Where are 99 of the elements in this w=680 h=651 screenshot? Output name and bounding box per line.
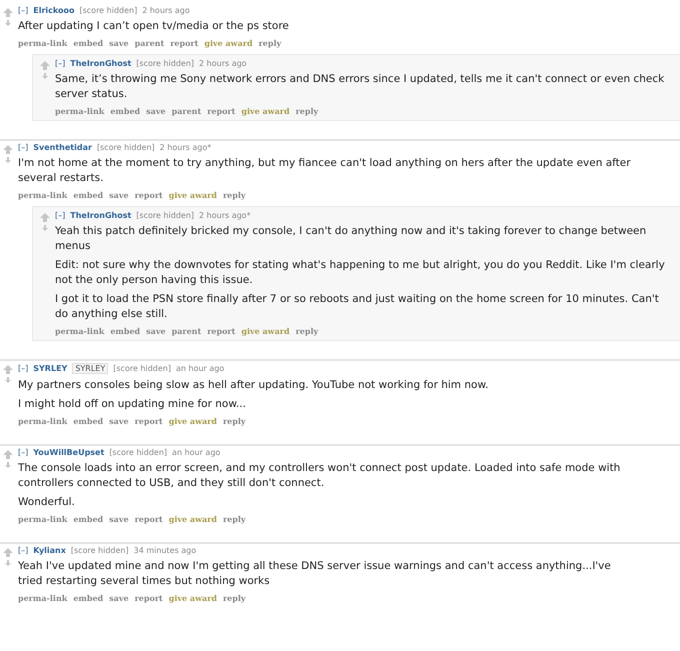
action-link[interactable]: save [109, 416, 129, 426]
action-link[interactable]: save [109, 514, 129, 524]
action-link[interactable]: reply [222, 593, 246, 603]
score-label: [score hidden] [109, 448, 168, 457]
collapse-toggle[interactable]: [–] [18, 143, 28, 152]
comment-text: I'm not home at the moment to try anything, but my fiancee can't load anything on hers after the update even after several restarts. [18, 156, 632, 186]
action-link[interactable]: perma-link [18, 514, 68, 524]
collapse-toggle[interactable]: [–] [18, 6, 28, 15]
upvote-arrow-icon[interactable] [3, 8, 13, 17]
action-link[interactable]: parent [172, 106, 202, 116]
comment-text: I got it to load the PSN store finally after 7 or so reboots and just waiting on the home screen for 10 minutes. Can't do anything else still. [55, 292, 660, 322]
action-link[interactable]: save [146, 106, 166, 116]
timestamp: 2 hours ago* [199, 211, 251, 220]
action-link[interactable]: perma-link [55, 326, 104, 336]
action-link[interactable]: report [170, 38, 198, 48]
downvote-arrow-icon[interactable] [5, 157, 11, 163]
score-label: [score hidden] [113, 364, 171, 373]
comment-text: After updating I can’t open tv/media or the ps store [18, 19, 290, 34]
action-link[interactable]: save [109, 190, 129, 200]
action-link[interactable]: perma-link [18, 190, 68, 200]
timestamp: an hour ago [172, 448, 220, 457]
give-award-link[interactable]: give award [241, 326, 290, 336]
action-link[interactable]: perma-link [18, 416, 68, 426]
timestamp: 34 minutes ago [134, 546, 196, 555]
action-link[interactable]: parent [134, 38, 164, 48]
upvote-arrow-icon[interactable] [3, 548, 13, 557]
action-link[interactable]: save [146, 326, 166, 336]
action-link[interactable]: report [134, 190, 163, 200]
downvote-arrow-icon[interactable] [5, 20, 11, 26]
action-link[interactable]: parent [172, 326, 202, 336]
collapse-toggle[interactable]: [–] [18, 364, 28, 373]
upvote-arrow-icon[interactable] [40, 61, 50, 70]
action-link[interactable]: embed [110, 326, 140, 336]
action-link[interactable]: perma-link [18, 593, 68, 603]
action-link[interactable]: save [109, 38, 129, 48]
upvote-arrow-icon[interactable] [3, 365, 13, 374]
score-label: [score hidden] [79, 6, 138, 15]
action-link[interactable]: reply [258, 38, 282, 48]
score-label: [score hidden] [96, 143, 155, 152]
action-link[interactable]: report [134, 593, 163, 603]
action-link[interactable]: embed [73, 416, 104, 426]
comment-text: My partners consoles being slow as hell after updating. YouTube not working for him now. [18, 378, 490, 393]
timestamp: 2 hours ago [199, 59, 247, 68]
action-link[interactable]: embed [73, 38, 104, 48]
comment-text: I might hold off on updating mine for now... [18, 397, 247, 412]
score-label: [score hidden] [136, 211, 194, 220]
timestamp: 2 hours ago* [160, 143, 212, 152]
give-award-link[interactable]: give award [241, 106, 290, 116]
downvote-arrow-icon[interactable] [5, 462, 11, 468]
action-link[interactable]: embed [73, 593, 104, 603]
downvote-arrow-icon[interactable] [42, 225, 48, 231]
author-link[interactable]: Kylianx [33, 546, 66, 555]
author-link[interactable]: TheIronGhost [70, 211, 132, 220]
user-flair: SYRLEY [72, 363, 108, 374]
action-link[interactable]: reply [222, 416, 246, 426]
give-award-link[interactable]: give award [168, 593, 217, 603]
action-link[interactable]: reply [296, 106, 318, 116]
action-link[interactable]: report [134, 514, 163, 524]
upvote-arrow-icon[interactable] [3, 145, 13, 154]
action-link[interactable]: report [207, 326, 236, 336]
collapse-toggle[interactable]: [–] [18, 448, 28, 457]
score-label: [score hidden] [136, 59, 194, 68]
action-link[interactable]: embed [73, 190, 104, 200]
give-award-link[interactable]: give award [204, 38, 253, 48]
action-link[interactable]: save [109, 593, 129, 603]
comment-text: Wonderful. [18, 495, 76, 510]
action-link[interactable]: embed [73, 514, 104, 524]
collapse-toggle[interactable]: [–] [18, 546, 28, 555]
upvote-arrow-icon[interactable] [40, 213, 50, 222]
comment-text: Same, it’s throwing me Sony network errors and DNS errors since I updated, tells me it can't connect or even check server status. [55, 72, 666, 102]
downvote-arrow-icon[interactable] [5, 377, 11, 383]
downvote-arrow-icon[interactable] [5, 560, 11, 566]
action-link[interactable]: perma-link [55, 106, 104, 116]
upvote-arrow-icon[interactable] [3, 450, 13, 459]
give-award-link[interactable]: give award [168, 416, 217, 426]
action-link[interactable]: embed [110, 106, 140, 116]
timestamp: 2 hours ago [142, 6, 190, 15]
action-link[interactable]: reply [222, 514, 246, 524]
author-link[interactable]: SYRLEY [33, 364, 68, 373]
downvote-arrow-icon[interactable] [42, 73, 48, 79]
author-link[interactable]: TheIronGhost [70, 59, 132, 68]
author-link[interactable]: Sventhetidar [33, 143, 92, 152]
comment-text: Edit: not sure why the downvotes for stating what's happening to me but alright, you do you Reddit. Like I'm clearly not the only person having this issue. [55, 258, 666, 288]
collapse-toggle[interactable]: [–] [55, 59, 66, 68]
action-link[interactable]: reply [296, 326, 318, 336]
action-link[interactable]: report [207, 106, 236, 116]
comment-text: Yeah I've updated mine and now I'm getting all these DNS server issue warnings and can't access anything...I've tried restarting several times but nothing works [18, 559, 612, 589]
collapse-toggle[interactable]: [–] [55, 211, 66, 220]
give-award-link[interactable]: give award [168, 514, 217, 524]
action-link[interactable]: perma-link [18, 38, 68, 48]
action-link[interactable]: reply [222, 190, 246, 200]
author-link[interactable]: Elrickooo [33, 6, 74, 15]
comment-text: Yeah this patch definitely bricked my console, I can't do anything now and it's taking forever to change between menus [55, 224, 648, 254]
comment-text: The console loads into an error screen, and my controllers won't connect post update. Loaded into safe mode with controllers connected to USB, and they still don't connect. [18, 461, 622, 491]
score-label: [score hidden] [70, 546, 129, 555]
give-award-link[interactable]: give award [168, 190, 217, 200]
author-link[interactable]: YouWillBeUpset [33, 448, 104, 457]
action-link[interactable]: report [134, 416, 163, 426]
timestamp: an hour ago [176, 364, 224, 373]
